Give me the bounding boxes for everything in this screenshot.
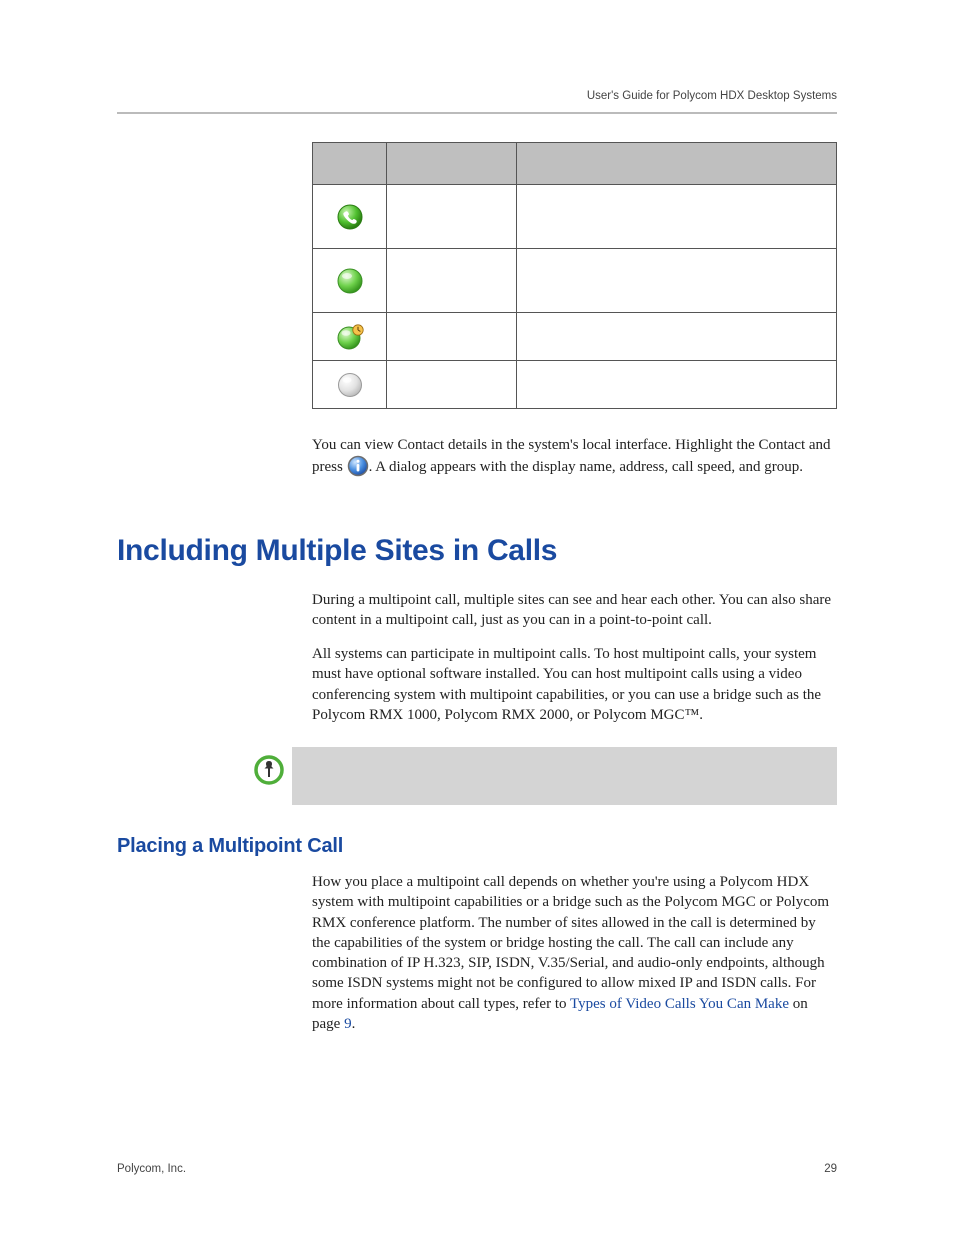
cell-icon-2 <box>313 249 387 313</box>
footer-left: Polycom, Inc. <box>117 1163 186 1175</box>
running-header: User's Guide for Polycom HDX Desktop Sys… <box>117 90 837 102</box>
cell-3-2 <box>387 313 517 361</box>
table-row <box>313 313 837 361</box>
page: User's Guide for Polycom HDX Desktop Sys… <box>0 0 954 1235</box>
cell-2-3 <box>517 249 837 313</box>
content-column: You can view Contact details in the syst… <box>312 142 837 478</box>
header-rule <box>117 112 837 114</box>
table-row <box>313 185 837 249</box>
table-header-row <box>313 143 837 185</box>
paragraph: All systems can participate in multipoin… <box>312 644 837 725</box>
table-row <box>313 249 837 313</box>
text: How you place a multipoint call depends … <box>312 874 829 1012</box>
table-header-2 <box>387 143 517 185</box>
cell-1-2 <box>387 185 517 249</box>
text: . A dialog appears with the display name… <box>369 459 803 475</box>
call-green-icon <box>313 203 386 231</box>
cell-2-2 <box>387 249 517 313</box>
table-row <box>313 361 837 409</box>
cell-3-3 <box>517 313 837 361</box>
table-header-3 <box>517 143 837 185</box>
multipoint-block: How you place a multipoint call depends … <box>312 872 837 1034</box>
page-number: 29 <box>824 1163 837 1175</box>
cell-icon-4 <box>313 361 387 409</box>
info-button-icon <box>347 455 369 477</box>
note-row <box>252 747 837 805</box>
table-header-1 <box>313 143 387 185</box>
cell-4-3 <box>517 361 837 409</box>
heading-2: Placing a Multipoint Call <box>117 835 837 858</box>
cell-1-3 <box>517 185 837 249</box>
orb-grey-icon <box>313 371 386 399</box>
note-pin-icon <box>252 747 292 787</box>
cell-icon-3 <box>313 313 387 361</box>
intro-block: During a multipoint call, multiple sites… <box>312 590 837 726</box>
cell-4-2 <box>387 361 517 409</box>
heading-1: Including Multiple Sites in Calls <box>117 534 837 568</box>
footer: Polycom, Inc. 29 <box>117 1163 837 1175</box>
page-ref-link[interactable]: 9 <box>344 1016 352 1032</box>
contact-paragraph: You can view Contact details in the syst… <box>312 435 837 478</box>
note-box <box>292 747 837 805</box>
text: . <box>352 1016 356 1032</box>
orb-green-icon <box>313 267 386 295</box>
paragraph: During a multipoint call, multiple sites… <box>312 590 837 631</box>
cross-ref-link[interactable]: Types of Video Calls You Can Make <box>570 996 789 1012</box>
cell-icon-1 <box>313 185 387 249</box>
paragraph: How you place a multipoint call depends … <box>312 872 837 1034</box>
orb-green-clock-icon <box>313 323 386 351</box>
status-table <box>312 142 837 409</box>
